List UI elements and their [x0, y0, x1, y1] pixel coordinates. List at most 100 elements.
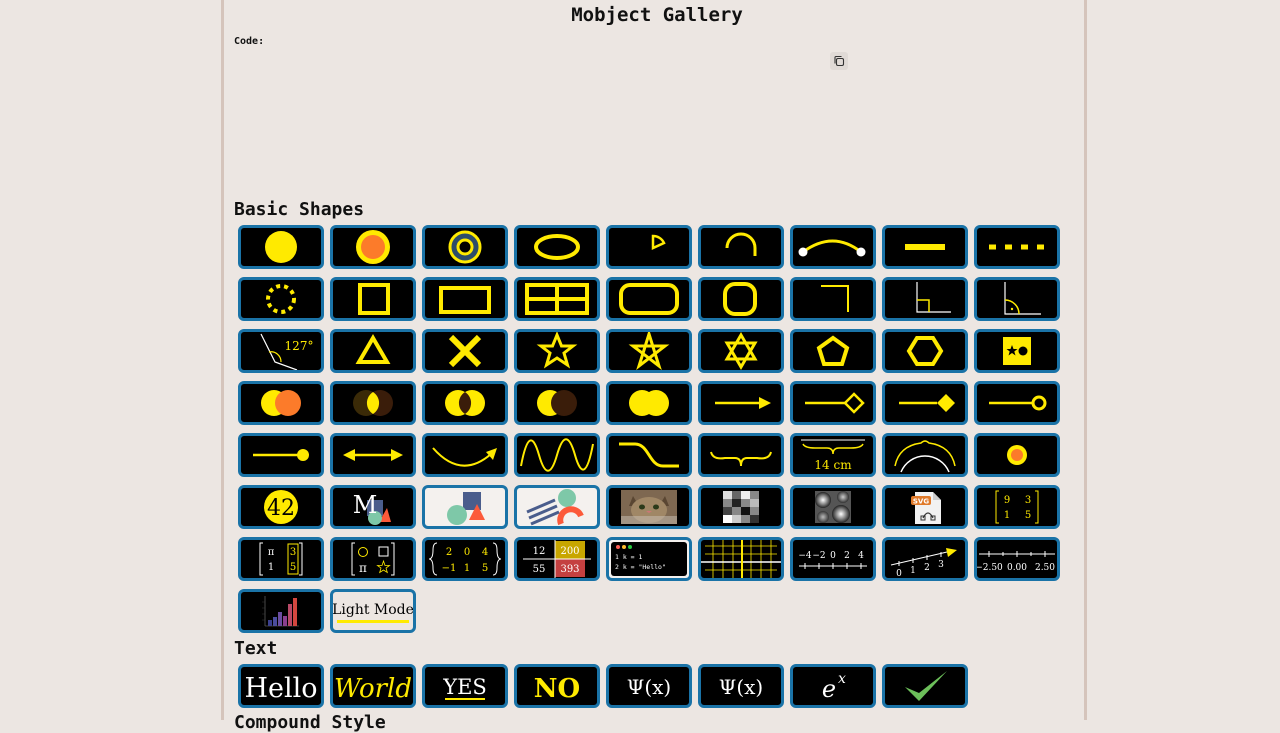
tile-dot-in-circle[interactable]	[330, 225, 416, 269]
tile-text-world[interactable]: World	[330, 664, 416, 708]
tile-dashed-line[interactable]	[974, 225, 1060, 269]
svg-text:π: π	[359, 561, 367, 575]
tile-brace-matrix[interactable]: 2 0 4 −1 1 5	[422, 537, 508, 581]
svg-text:Ψ(x): Ψ(x)	[627, 675, 671, 699]
tile-angle[interactable]	[974, 277, 1060, 321]
tile-difference[interactable]	[514, 381, 600, 425]
tile-matrix[interactable]: 9 3 1 5	[974, 485, 1060, 529]
tile-rounded-square[interactable]	[698, 277, 784, 321]
brace-label: 14 cm	[814, 458, 852, 472]
svg-text:3: 3	[1025, 495, 1031, 506]
tile-decimal-number-line[interactable]: −2.50 0.00 2.50	[974, 537, 1060, 581]
svg-text:200: 200	[560, 546, 579, 557]
section-title-partial: Compound Style	[234, 712, 386, 733]
tile-smooth-step[interactable]	[606, 433, 692, 477]
circled-number: 42	[267, 496, 295, 521]
tile-arrow[interactable]	[698, 381, 784, 425]
section-title-text: Text	[234, 638, 278, 659]
tile-matrix-highlight[interactable]: π 3 1 5	[238, 537, 324, 581]
copy-button[interactable]	[830, 52, 848, 70]
gallery-page: Mobject Gallery Code: Basic Shapes 127°	[221, 0, 1087, 733]
tile-cutout[interactable]	[974, 329, 1060, 373]
svg-text:Ψ(x): Ψ(x)	[719, 675, 763, 699]
tile-checkmark[interactable]	[882, 664, 968, 708]
tile-merged-circles[interactable]	[606, 381, 692, 425]
svg-text:YES: YES	[442, 675, 487, 699]
tile-regular-star[interactable]	[606, 329, 692, 373]
tile-table[interactable]: 12 200 55 393	[514, 537, 600, 581]
tile-curved-arrow[interactable]	[422, 433, 508, 477]
basic-shapes-grid: 127° 14 cm 42 M SVG 9 3 1 5 π 3 1 5 π 2 …	[238, 225, 1068, 633]
light-mode-label: Light Mode	[333, 602, 413, 618]
tile-noise-image[interactable]	[790, 485, 876, 529]
tile-shapes-light[interactable]	[422, 485, 508, 529]
tile-math-exponent[interactable]: ex	[790, 664, 876, 708]
svg-badge: SVG	[913, 498, 929, 506]
tile-double-arrow[interactable]	[330, 433, 416, 477]
tile-number-line-arrow[interactable]: 0123	[882, 537, 968, 581]
tile-number-plane[interactable]	[698, 537, 784, 581]
tile-brace-label[interactable]: 14 cm	[790, 433, 876, 477]
tile-arrow-dot[interactable]	[238, 433, 324, 477]
tile-intersection[interactable]	[330, 381, 416, 425]
tile-arrow-circle[interactable]	[974, 381, 1060, 425]
tile-arrow-filled-diamond[interactable]	[882, 381, 968, 425]
tile-arc[interactable]	[698, 225, 784, 269]
tile-circle[interactable]	[238, 225, 324, 269]
tile-text-no[interactable]: NO	[514, 664, 600, 708]
tile-exclusion[interactable]	[422, 381, 508, 425]
tile-triangle[interactable]	[330, 329, 416, 373]
svg-text:2: 2	[446, 547, 452, 558]
tile-angle-label[interactable]: 127°	[238, 329, 324, 373]
tile-elbow[interactable]	[790, 277, 876, 321]
tile-sine-wave[interactable]	[514, 433, 600, 477]
svg-text:0: 0	[896, 569, 902, 578]
tile-brace[interactable]	[698, 433, 784, 477]
tile-math-psi-alt[interactable]: Ψ(x)	[698, 664, 784, 708]
tile-light-mode[interactable]: Light Mode	[330, 589, 416, 633]
tile-line[interactable]	[882, 225, 968, 269]
svg-text:12: 12	[533, 546, 546, 557]
tile-cat-image[interactable]	[606, 485, 692, 529]
svg-text:−2.50: −2.50	[977, 563, 1003, 573]
tile-rounded-rectangle[interactable]	[606, 277, 692, 321]
tile-right-angle[interactable]	[882, 277, 968, 321]
tile-square[interactable]	[330, 277, 416, 321]
tile-dashed-circle[interactable]	[238, 277, 324, 321]
tile-hexagram[interactable]	[698, 329, 784, 373]
tile-pentagon[interactable]	[790, 329, 876, 373]
svg-text:2 k = "Hello": 2 k = "Hello"	[615, 563, 666, 571]
tile-labeled-dot[interactable]	[974, 433, 1060, 477]
tile-tex-shapes[interactable]: M	[330, 485, 416, 529]
svg-text:1: 1	[910, 566, 916, 576]
tile-annulus[interactable]	[422, 225, 508, 269]
angle-label: 127°	[285, 339, 314, 353]
tile-hexagon[interactable]	[882, 329, 968, 373]
tile-arc-between-points[interactable]	[790, 225, 876, 269]
tile-text-hello[interactable]: Hello	[238, 664, 324, 708]
tile-mobject-matrix[interactable]: π	[330, 537, 416, 581]
tile-svg-file[interactable]: SVG	[882, 485, 968, 529]
svg-text:5: 5	[290, 562, 296, 573]
tile-union[interactable]	[238, 381, 324, 425]
tile-math-psi[interactable]: Ψ(x)	[606, 664, 692, 708]
tile-circled-number[interactable]: 42	[238, 485, 324, 529]
tile-number-line[interactable]: −4 −2 0 2 4	[790, 537, 876, 581]
tile-logo-light[interactable]	[514, 485, 600, 529]
checkmark-icon	[905, 671, 947, 701]
tile-ellipse[interactable]	[514, 225, 600, 269]
tile-rectangle-grid[interactable]	[514, 277, 600, 321]
tile-cross[interactable]	[422, 329, 508, 373]
tile-arrow-diamond[interactable]	[790, 381, 876, 425]
tile-code-block[interactable]: 1 k = 1 2 k = "Hello"	[606, 537, 692, 581]
tile-rectangle[interactable]	[422, 277, 508, 321]
tile-text-yes[interactable]: YES	[422, 664, 508, 708]
tile-checkerboard[interactable]	[698, 485, 784, 529]
tile-star[interactable]	[514, 329, 600, 373]
tile-sector[interactable]	[606, 225, 692, 269]
svg-text:1: 1	[464, 563, 470, 574]
svg-text:−2: −2	[812, 551, 825, 561]
tile-arc-brace[interactable]	[882, 433, 968, 477]
svg-text:2: 2	[844, 551, 850, 561]
tile-bar-chart[interactable]	[238, 589, 324, 633]
